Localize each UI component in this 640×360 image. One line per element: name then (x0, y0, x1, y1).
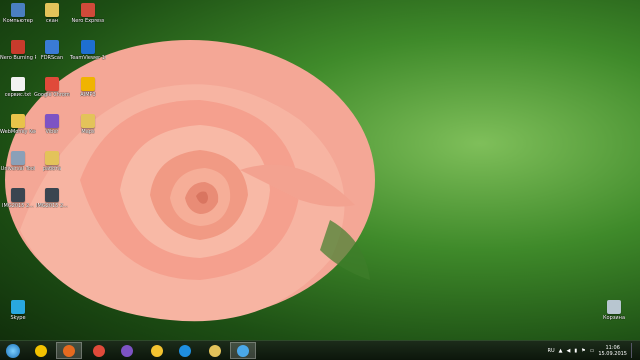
taskbar-button-firefox[interactable] (56, 342, 82, 359)
desktop-icon-label: Компьютер (3, 18, 33, 24)
desktop-icon-label: скан (45, 18, 59, 24)
battery-icon[interactable]: ▭ (590, 348, 595, 354)
desktop-icon-label: Maps (81, 129, 95, 135)
taskbar-button-bug-app[interactable] (28, 342, 54, 359)
smiley-app-icon (151, 344, 163, 357)
language-indicator[interactable]: RU (548, 348, 555, 354)
desktop-icon-label: сервис.txt (4, 92, 32, 98)
desktop-icon-text-file[interactable]: сервис.txt (0, 77, 36, 98)
desktop-icon-recycle-bin[interactable]: Корзина (596, 300, 632, 321)
desktop-icon-webmoney[interactable]: WebMoney Keeper W... (0, 114, 36, 135)
desktop-icon-label: Nero Express (71, 18, 105, 24)
desktop-icon-computer[interactable]: Компьютер (0, 3, 36, 24)
desktop-icon-teamviewer[interactable]: TeamViewer 10 (70, 40, 106, 61)
skype-icon (11, 300, 25, 314)
desktop-icon-label: Viber (45, 129, 59, 135)
show-hidden-icons-icon[interactable]: ▲ (559, 348, 563, 354)
desktop-icon-universal-tool[interactable]: Universal Tool (0, 151, 36, 172)
text-file-icon (11, 77, 25, 91)
image-file-icon (45, 188, 59, 202)
desktop-icon-folder[interactable]: Maps (70, 114, 106, 135)
desktop[interactable]: { "desktop": { "icons": [ {"label":"Комп… (0, 0, 640, 360)
taskbar-button-chrome[interactable] (86, 342, 112, 359)
desktop-icon-folder[interactable]: скан (34, 3, 70, 24)
flag-icon[interactable]: ⚑ (581, 348, 585, 354)
viber-icon (121, 344, 133, 357)
clock-date: 15.09.2015 (598, 350, 627, 357)
universal-tool-icon (11, 151, 25, 165)
desktop-icon-aimp[interactable]: AIMP3 (70, 77, 106, 98)
desktop-icon-folder[interactable]: работа (34, 151, 70, 172)
bug-app-icon (35, 344, 47, 357)
desktop-icon-label: Skype (10, 315, 26, 321)
chrome-icon (93, 344, 105, 357)
desktop-icon-chrome[interactable]: Google Chrome (34, 77, 70, 98)
desktop-icon-nero-burning-rom[interactable]: Nero Burning ROM (0, 40, 36, 61)
desktop-icon-label: работа (42, 166, 62, 172)
nero-burning-rom-icon (11, 40, 25, 54)
desktop-icon-nero-express[interactable]: Nero Express (70, 3, 106, 24)
desktop-icon-label: Nero Burning ROM (0, 55, 36, 61)
firefox-icon (63, 344, 75, 357)
rose-wallpaper (5, 40, 375, 322)
desktop-icon-label: IMG2015 2... (36, 203, 68, 209)
folder-icon (81, 114, 95, 128)
network-icon[interactable]: ▮ (574, 348, 577, 354)
desktop-icon-label: AIMP3 (80, 92, 96, 98)
folder-icon (45, 151, 59, 165)
desktop-icon-label: Universal Tool (0, 166, 36, 172)
computer-icon (11, 3, 25, 17)
taskbar: RU ▲ ◀ ▮ ⚑ ▭ 11:06 15.09.2015 (0, 340, 640, 360)
taskbar-button-remote-desktop[interactable] (230, 342, 256, 359)
viber-icon (45, 114, 59, 128)
desktop-icon-label: IMG2015 2... (2, 203, 34, 209)
desktop-icon-label: FDRScan (40, 55, 64, 61)
taskbar-button-smiley-app[interactable] (144, 342, 170, 359)
aimp-icon (81, 77, 95, 91)
desktop-icon-image-file[interactable]: IMG2015 2... (0, 188, 36, 209)
show-desktop-button[interactable] (631, 343, 636, 358)
webmoney-icon (11, 114, 25, 128)
folder-icon (45, 3, 59, 17)
file-explorer-icon (209, 344, 221, 357)
taskbar-button-viber[interactable] (114, 342, 140, 359)
clock[interactable]: 11:06 15.09.2015 (598, 345, 627, 357)
internet-explorer-icon (179, 344, 191, 357)
chrome-icon (45, 77, 59, 91)
remote-desktop-icon (237, 344, 249, 357)
nero-express-icon (81, 3, 95, 17)
start-orb-icon (6, 343, 20, 358)
taskbar-button-file-explorer[interactable] (202, 342, 228, 359)
volume-icon[interactable]: ◀ (567, 348, 571, 354)
teamviewer-icon (81, 40, 95, 54)
recycle-bin-icon (607, 300, 621, 314)
fdrscan-icon (45, 40, 59, 54)
desktop-icon-viber[interactable]: Viber (34, 114, 70, 135)
desktop-icon-label: Корзина (602, 315, 626, 321)
desktop-icon-label: Google Chrome (34, 92, 70, 98)
desktop-icon-label: TeamViewer 10 (70, 55, 106, 61)
desktop-icon-image-file[interactable]: IMG2015 2... (34, 188, 70, 209)
desktop-icon-skype[interactable]: Skype (0, 300, 36, 321)
desktop-icon-label: WebMoney Keeper W... (0, 129, 36, 135)
image-file-icon (11, 188, 25, 202)
system-tray: RU ▲ ◀ ▮ ⚑ ▭ 11:06 15.09.2015 (548, 343, 636, 358)
desktop-icon-fdrscan[interactable]: FDRScan (34, 40, 70, 61)
taskbar-button-internet-explorer[interactable] (172, 342, 198, 359)
start-button[interactable] (2, 342, 24, 359)
